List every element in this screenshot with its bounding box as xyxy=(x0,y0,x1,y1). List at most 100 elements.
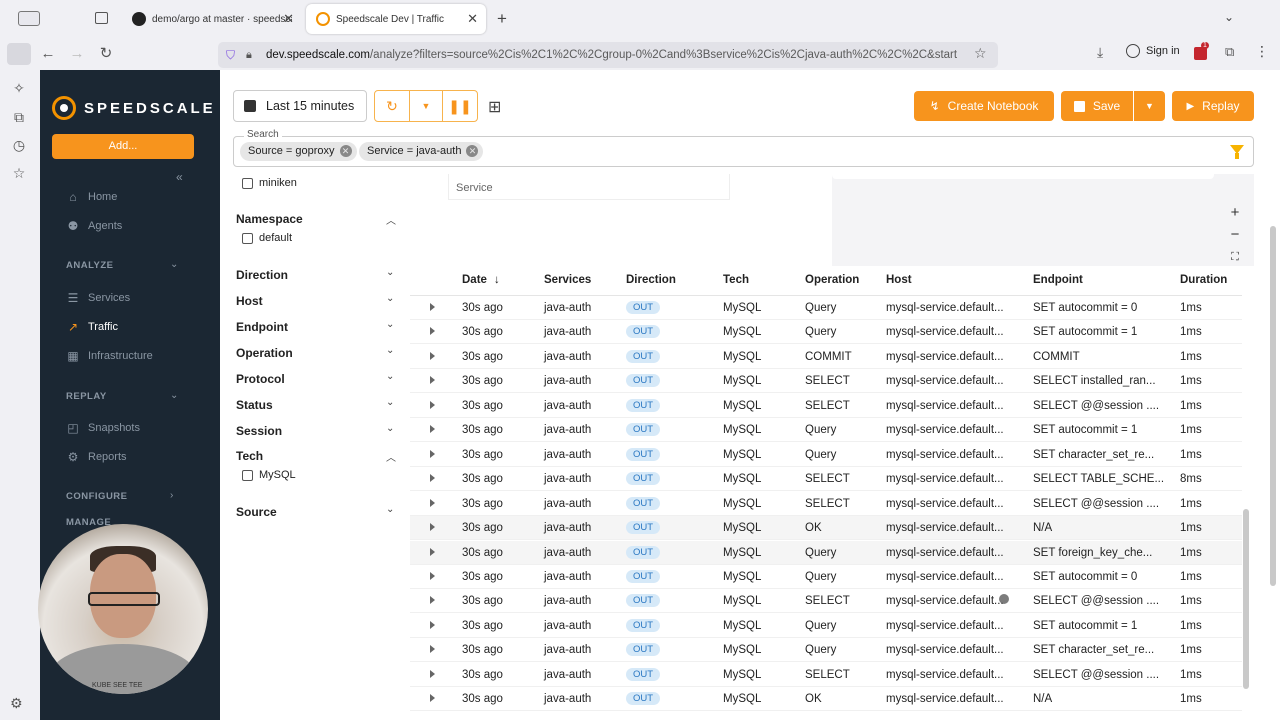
table-scrollbar[interactable] xyxy=(1243,509,1249,689)
column-header-duration[interactable]: Duration xyxy=(1180,274,1227,286)
chevron-down-icon[interactable]: ⌄ xyxy=(386,267,394,278)
remove-chip-icon[interactable]: ✕ xyxy=(339,145,352,157)
chevron-down-icon[interactable]: ⌄ xyxy=(386,504,394,515)
filter-checkbox[interactable] xyxy=(242,470,253,481)
table-row[interactable]: 30s ago java-auth OUT MySQL Query mysql-servi… xyxy=(410,565,1242,589)
chevron-down-icon[interactable]: ⌄ xyxy=(170,390,178,401)
ai-sparkle-icon[interactable]: ✧ xyxy=(11,80,27,96)
expand-row-chevron-right-icon[interactable] xyxy=(430,498,435,507)
table-row[interactable]: 30s ago java-auth OUT MySQL SELECT mysql-serv… xyxy=(410,369,1242,394)
save-button[interactable]: Save xyxy=(1061,91,1133,121)
filter-group-direction[interactable]: Direction xyxy=(236,268,288,282)
expand-row-chevron-right-icon[interactable] xyxy=(430,547,435,556)
remove-chip-icon[interactable]: ✕ xyxy=(466,145,479,157)
table-row[interactable]: 30s ago java-auth OUT MySQL Query mysql-servi… xyxy=(410,540,1242,565)
back-arrow-icon[interactable]: ← xyxy=(37,44,59,64)
section-replay[interactable]: REPLAY xyxy=(66,391,107,402)
expand-row-chevron-right-icon[interactable] xyxy=(430,620,435,629)
menu-icon[interactable]: ⋮ xyxy=(1255,43,1269,60)
sidebar-item-services[interactable]: ☰ Services xyxy=(66,291,131,305)
tab-github[interactable]: demo/argo at master · speedscale/... ✕ xyxy=(122,4,302,34)
filter-checkbox[interactable] xyxy=(242,233,253,244)
gear-icon[interactable]: ⚙ xyxy=(10,695,23,712)
save-options-chevron-down-icon[interactable]: ▼ xyxy=(1134,91,1165,121)
table-row[interactable]: 30s ago java-auth OUT MySQL OK mysql-service.… xyxy=(410,687,1242,712)
column-header-operation[interactable]: Operation xyxy=(805,274,859,286)
sidebar-toggle-icon[interactable] xyxy=(7,43,31,65)
column-header-tech[interactable]: Tech xyxy=(723,274,749,286)
expand-row-chevron-right-icon[interactable] xyxy=(430,596,435,605)
service-card[interactable]: Service xyxy=(448,174,730,200)
column-header-date[interactable]: Date xyxy=(462,274,487,286)
chevron-down-icon[interactable]: ⌄ xyxy=(170,259,178,270)
download-icon[interactable]: ⤓ xyxy=(1097,44,1103,61)
filter-group-host[interactable]: Host xyxy=(236,294,263,308)
filter-group-session[interactable]: Session xyxy=(236,424,282,438)
table-row[interactable]: 30s ago java-auth OUT MySQL SELECT mysql-serv… xyxy=(410,492,1242,516)
chevron-down-icon[interactable]: ⌄ xyxy=(386,319,394,330)
chevron-down-icon[interactable]: ⌄ xyxy=(386,293,394,304)
section-configure[interactable]: CONFIGURE xyxy=(66,491,128,502)
sidebar-item-infrastructure[interactable]: ▦ Infrastructure xyxy=(66,349,152,363)
column-header-host[interactable]: Host xyxy=(886,274,912,286)
layout-tree-icon[interactable]: ⊞ xyxy=(488,97,501,117)
filter-chip-source[interactable]: Source = goproxy ✕ xyxy=(240,142,357,161)
expand-row-chevron-right-icon[interactable] xyxy=(430,303,435,311)
column-header-services[interactable]: Services xyxy=(544,274,591,286)
bookmark-star-icon[interactable]: ☆ xyxy=(974,45,987,62)
chevron-up-icon[interactable]: ︿ xyxy=(386,449,396,464)
expand-row-chevron-right-icon[interactable] xyxy=(430,571,435,580)
time-range-button[interactable]: Last 15 minutes xyxy=(233,90,367,122)
section-analyze[interactable]: ANALYZE xyxy=(66,260,114,271)
add-button[interactable]: Add... xyxy=(52,134,194,159)
expand-row-chevron-right-icon[interactable] xyxy=(430,400,435,409)
filter-group-source[interactable]: Source xyxy=(236,505,277,519)
table-row[interactable]: 30s ago java-auth OUT MySQL SELECT mysql-serv… xyxy=(410,394,1242,418)
address-bar[interactable]: ⛉ 🔒︎ dev.speedscale.com/analyze?filters=… xyxy=(218,42,998,68)
create-notebook-button[interactable]: ↯ Create Notebook xyxy=(914,91,1054,121)
column-header-direction[interactable]: Direction xyxy=(626,274,676,286)
filter-group-endpoint[interactable]: Endpoint xyxy=(236,320,288,334)
chevron-down-icon[interactable]: ⌄ xyxy=(386,423,394,434)
filter-group-operation[interactable]: Operation xyxy=(236,346,293,360)
tab-list-icon[interactable] xyxy=(95,12,108,24)
filter-funnel-icon[interactable] xyxy=(1230,145,1244,159)
expand-row-chevron-right-icon[interactable] xyxy=(430,474,435,483)
table-row[interactable]: 30s ago java-auth OUT MySQL SELECT mysql-serv… xyxy=(410,663,1242,687)
chevron-down-icon[interactable]: ⌄ xyxy=(386,397,394,408)
table-row[interactable]: 30s ago java-auth OUT MySQL Query mysql-servi… xyxy=(410,638,1242,663)
table-row[interactable]: 30s ago java-auth OUT MySQL Query mysql-servi… xyxy=(410,614,1242,638)
sidebar-item-snapshots[interactable]: ◰ Snapshots xyxy=(66,421,140,435)
chevron-down-icon[interactable]: ⌄ xyxy=(386,371,394,382)
forward-arrow-icon[interactable]: → xyxy=(66,44,88,64)
expand-row-chevron-right-icon[interactable] xyxy=(430,376,435,385)
replay-button[interactable]: ▶ Replay xyxy=(1172,91,1254,121)
expand-row-chevron-right-icon[interactable] xyxy=(430,327,435,336)
expand-row-chevron-right-icon[interactable] xyxy=(430,425,435,434)
reload-icon[interactable]: ↻ xyxy=(95,44,117,64)
sidebar-item-home[interactable]: ⌂ Home xyxy=(66,190,117,204)
speedscale-logo[interactable]: SPEEDSCALE xyxy=(52,96,216,120)
collapse-sidebar-icon[interactable]: « xyxy=(176,170,183,184)
expand-row-chevron-right-icon[interactable] xyxy=(430,669,435,678)
zoom-out-icon[interactable]: − xyxy=(1227,227,1243,243)
map-node-card[interactable] xyxy=(832,174,1214,179)
expand-row-chevron-right-icon[interactable] xyxy=(430,645,435,654)
chevron-up-icon[interactable]: ︿ xyxy=(386,212,396,227)
extensions-puzzle-icon[interactable]: ⧉ xyxy=(1225,44,1234,60)
table-row[interactable]: 30s ago java-auth OUT MySQL Query mysql-servi… xyxy=(410,443,1242,467)
filter-chip-service[interactable]: Service = java-auth ✕ xyxy=(359,142,484,161)
clock-icon[interactable]: ◷ xyxy=(11,137,27,153)
table-row[interactable]: 30s ago java-auth OUT MySQL Query mysql-servi… xyxy=(410,296,1242,320)
sidebar-item-reports[interactable]: ⚙ Reports xyxy=(66,450,127,464)
table-row[interactable]: 30s ago java-auth OUT MySQL Query mysql-servi… xyxy=(410,418,1242,443)
column-header-endpoint[interactable]: Endpoint xyxy=(1033,274,1083,286)
table-row[interactable]: 30s ago java-auth OUT MySQL OK mysql-service.… xyxy=(410,516,1242,541)
table-row[interactable]: 30s ago java-auth OUT MySQL COMMIT mysql-serv… xyxy=(410,345,1242,369)
table-row[interactable]: 30s ago java-auth OUT MySQL SELECT mysql-serv… xyxy=(410,467,1242,492)
chevron-down-icon[interactable]: ⌄ xyxy=(386,345,394,356)
tab-menu-chevron-down-icon[interactable]: ⌄ xyxy=(1224,10,1234,24)
sort-descending-icon[interactable]: ↓ xyxy=(494,274,500,286)
filter-group-tech[interactable]: Tech xyxy=(236,449,263,463)
filter-checkbox[interactable] xyxy=(242,178,253,189)
